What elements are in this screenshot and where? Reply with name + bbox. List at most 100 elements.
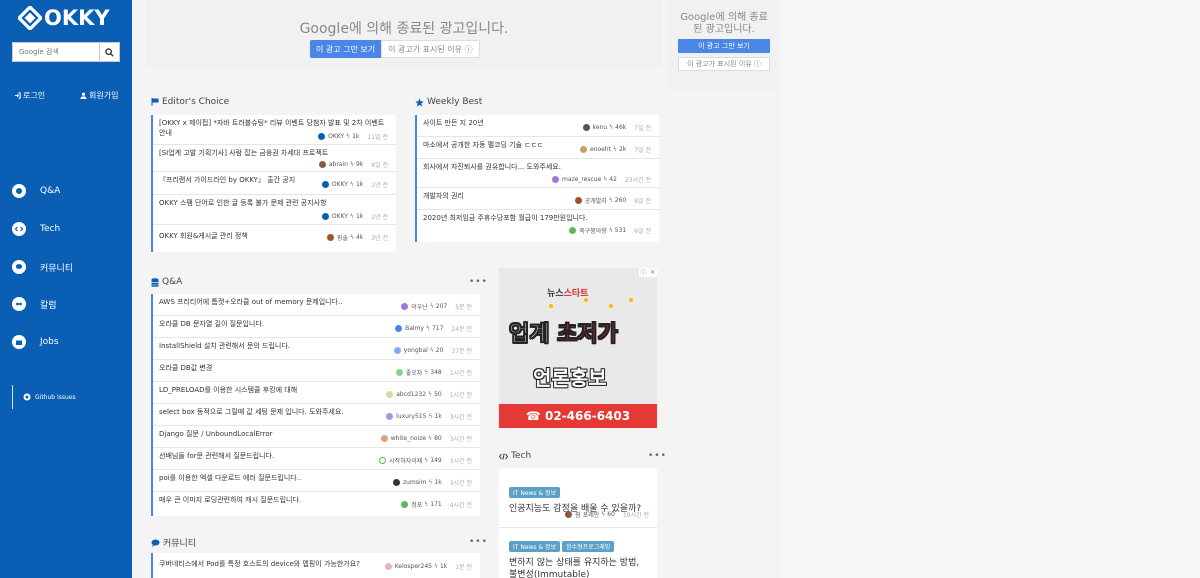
avatar [395, 369, 403, 376]
login-icon [14, 92, 21, 99]
nav-item-jobs[interactable]: Jobs [12, 335, 59, 349]
ad-headline-b: 초저가 [557, 322, 618, 348]
item-score: 46k [615, 124, 627, 131]
item-time: 6일 전 [634, 228, 651, 235]
list-item[interactable]: 오라클 DB값 변경 좋오자 ϟ 348 1시간 전 [153, 360, 480, 382]
list-item[interactable]: 『프리랜서 가이드라인 by OKKY』 출간 공지 OKKY ϟ 1k 1년 전 [153, 172, 396, 195]
community-more-button[interactable]: ••• [469, 537, 488, 547]
item-user[interactable]: 이우난 [411, 302, 428, 311]
list-item[interactable]: 쿠버네티스에서 Pod를 특정 호스트의 device와 맵핑이 가능한가요? K… [153, 553, 480, 578]
nav-item-community[interactable]: 커뮤니티 [12, 260, 73, 274]
bolt-icon: ϟ [428, 435, 433, 442]
login-link[interactable]: 로그인 [14, 90, 45, 101]
ad-choices[interactable]: ⓘ ✕ [639, 268, 657, 277]
list-item[interactable]: 마소에서 공개한 자동 펠코딩 기술 ㄷㄷㄷ enoeht ϟ 2k 7일 전 [417, 137, 659, 159]
item-user[interactable]: Kelosper245 [395, 563, 432, 570]
avatar [379, 457, 387, 464]
item-user[interactable]: 좋오자 [406, 368, 423, 377]
tech-more-button[interactable]: ••• [648, 451, 667, 461]
item-score: 207 [435, 303, 448, 310]
list-item[interactable]: OKKY 회원&게시글 관리 정책 핑솔 ϟ 4k 3년 전 [153, 225, 396, 250]
ad-right-why-button[interactable]: 이 광고가 표시된 이유 ⓘ [678, 57, 770, 71]
list-item[interactable]: 오라클 DB 문자열 길이 질문입니다. Balmy ϟ 717 24분 전 [153, 316, 480, 338]
item-title[interactable]: 변하지 않는 상태를 유지하는 방법, 불변성(Immutable) [509, 557, 647, 578]
item-title[interactable]: [SI업계 고발 기획기사] 사람 잡는 금융권 차세대 프로젝트 [159, 148, 390, 158]
list-item[interactable]: [SI업계 고발 기획기사] 사람 잡는 금융권 차세대 프로젝트 abrain… [153, 145, 396, 172]
weekly-best-title: Weekly Best [415, 97, 482, 107]
ad-top-why-button[interactable]: 이 광고가 표시된 이유 ⓘ [381, 40, 480, 58]
list-item[interactable]: 회사에서 자진퇴사를 권유합니다... 도와주세요. maze_rescue ϟ 4… [417, 159, 659, 188]
nav-item-tech[interactable]: Tech [12, 222, 60, 236]
list-item[interactable]: 개발자의 권리 공개발자 ϟ 260 6일 전 [417, 188, 659, 210]
github-issues-link[interactable]: Github Issues [12, 385, 120, 409]
list-item[interactable]: AWS 프리티어에 톰캣+오라클 out of memory 문제입니다.. 이우… [153, 294, 480, 316]
item-user[interactable]: 핑솔 [337, 233, 348, 242]
category-badge[interactable]: IT News & 정보 [509, 487, 561, 498]
signup-link[interactable]: 회원가입 [80, 90, 118, 101]
ad-info-icon[interactable]: ⓘ [639, 268, 648, 277]
item-meta: Kelosper245 ϟ 1k 1분 전 [384, 562, 472, 571]
ad-headline-a: 업계 [509, 322, 558, 348]
item-user[interactable]: Balmy [405, 325, 424, 332]
item-user[interactable]: 죽구붕아향 [579, 226, 607, 235]
item-user[interactable]: luxury515 [396, 413, 426, 420]
item-user[interactable]: 정포 [411, 500, 422, 509]
list-item[interactable]: 사이트 만든 지 20년 kenu ϟ 46k 7일 전 [417, 115, 659, 137]
item-user[interactable]: yongbal [404, 347, 428, 354]
qna-section-label: Q&A [162, 277, 183, 287]
code-icon [499, 452, 508, 460]
item-user[interactable]: OKKY [328, 133, 344, 140]
ad-top-stop-button[interactable]: 이 광고 그만 보기 [310, 40, 382, 58]
logo-text: OKKY [44, 6, 110, 30]
list-item[interactable]: IT News & 정보 인공지능도 감정을 배울 수 있을까? 잠 포레안 ϟ 6… [499, 468, 657, 528]
search-button[interactable] [99, 42, 120, 62]
bolt-icon: ϟ [428, 391, 433, 398]
list-item[interactable]: IT News & 정보 함수형프로그래밍 변하지 않는 상태를 유지하는 방법,… [499, 528, 657, 578]
item-user[interactable]: kenu [593, 124, 608, 131]
item-user[interactable]: abcd1232 [396, 391, 426, 398]
ad-dot [584, 298, 588, 302]
list-item[interactable]: 매우 큰 이미지 로딩관련하여 캐시 질문드립니다. 정포 ϟ 171 4시간 전 [153, 492, 480, 516]
ad-right-stop-button[interactable]: 이 광고 그만 보기 [678, 39, 770, 53]
item-user[interactable]: abrain [329, 161, 348, 168]
list-item[interactable]: poi를 이용한 엑셀 다운로드 에러 질문드립니다.. zumsim ϟ 1k 3시간… [153, 470, 480, 492]
list-item[interactable]: 2020년 최저임금 주휴수당포함 월급이 179만원입니다. 죽구붕아향 ϟ 53… [417, 210, 659, 240]
item-title[interactable]: OKKY 스팸 단어로 인한 글 등록 불가 문제 관련 공지사항 [159, 198, 390, 208]
banner-ad[interactable]: ⓘ ✕ 뉴스스타트 업계 초저가 언론홍보 ☎ 02-466-6403 [499, 268, 657, 428]
search-input[interactable] [12, 42, 99, 62]
item-title[interactable]: 회사에서 자진퇴사를 권유합니다... 도와주세요. [423, 162, 653, 172]
quote-icon [12, 297, 26, 311]
qna-more-button[interactable]: ••• [469, 277, 488, 287]
item-user[interactable]: enoeht [590, 146, 611, 153]
item-user[interactable]: OKKY [332, 213, 348, 220]
list-item[interactable]: 선배님들 for문 관련해서 질문드립니다. 시작하자이제 ϟ 149 3시간 전 [153, 448, 480, 470]
sidebar: OKKY 로그인 회원가입 Q&A Tech [0, 0, 132, 578]
list-item[interactable]: OKKY 스팸 단어로 인한 글 등록 불가 문제 관련 공지사항 OKKY ϟ 1… [153, 195, 396, 225]
item-meta: abrain ϟ 9k 8일 전 [318, 160, 388, 169]
item-user[interactable]: white_noize [391, 435, 426, 442]
nav-item-column[interactable]: 칼럼 [12, 297, 57, 311]
list-item[interactable]: InstallShield 설치 관련해서 문의 드립니다. yongbal ϟ 20… [153, 338, 480, 360]
item-user[interactable]: zumsim [403, 479, 426, 486]
item-user[interactable]: 잠 포레안 [575, 510, 599, 519]
item-user[interactable]: OKKY [332, 181, 348, 188]
list-item[interactable]: LD_PRELOAD를 이용한 시스템콜 후킹에 대해 abcd1232 ϟ 50 1시… [153, 382, 480, 404]
item-user[interactable]: 시작하자이제 [389, 456, 422, 465]
list-item[interactable]: select box 동적으로 그릴때 값 세팅 문제 입니다. 도와주세요. l… [153, 404, 480, 426]
item-meta: OKKY ϟ 1k 1년 전 [321, 180, 388, 189]
list-item[interactable]: Django 질문 / UnboundLocalError white_noize… [153, 426, 480, 448]
category-badge[interactable]: 함수형프로그래밍 [562, 541, 615, 552]
ad-right: Google에 의해 종료된 광고입니다. 이 광고 그만 보기 이 광고가 표… [668, 0, 780, 90]
item-user[interactable]: maze_rescue [562, 176, 601, 183]
signup-label: 회원가입 [89, 91, 119, 100]
item-title[interactable]: 2020년 최저임금 주휴수당포함 월급이 179만원입니다. [423, 213, 653, 223]
item-meta: 이우난 ϟ 207 5분 전 [401, 302, 472, 311]
bolt-icon: ϟ [349, 234, 354, 241]
logo[interactable]: OKKY [18, 6, 110, 30]
nav-item-qna[interactable]: Q&A [12, 184, 60, 198]
item-user[interactable]: 공개발자 [585, 196, 607, 205]
category-badge[interactable]: IT News & 정보 [509, 541, 561, 552]
list-item[interactable]: [OKKY x 제이펍] *자바 트러블슈팅* 리뷰 이벤트 당첨자 발표 및 … [153, 115, 396, 145]
item-time: 24분 전 [451, 326, 472, 333]
ad-close-icon[interactable]: ✕ [648, 268, 657, 277]
